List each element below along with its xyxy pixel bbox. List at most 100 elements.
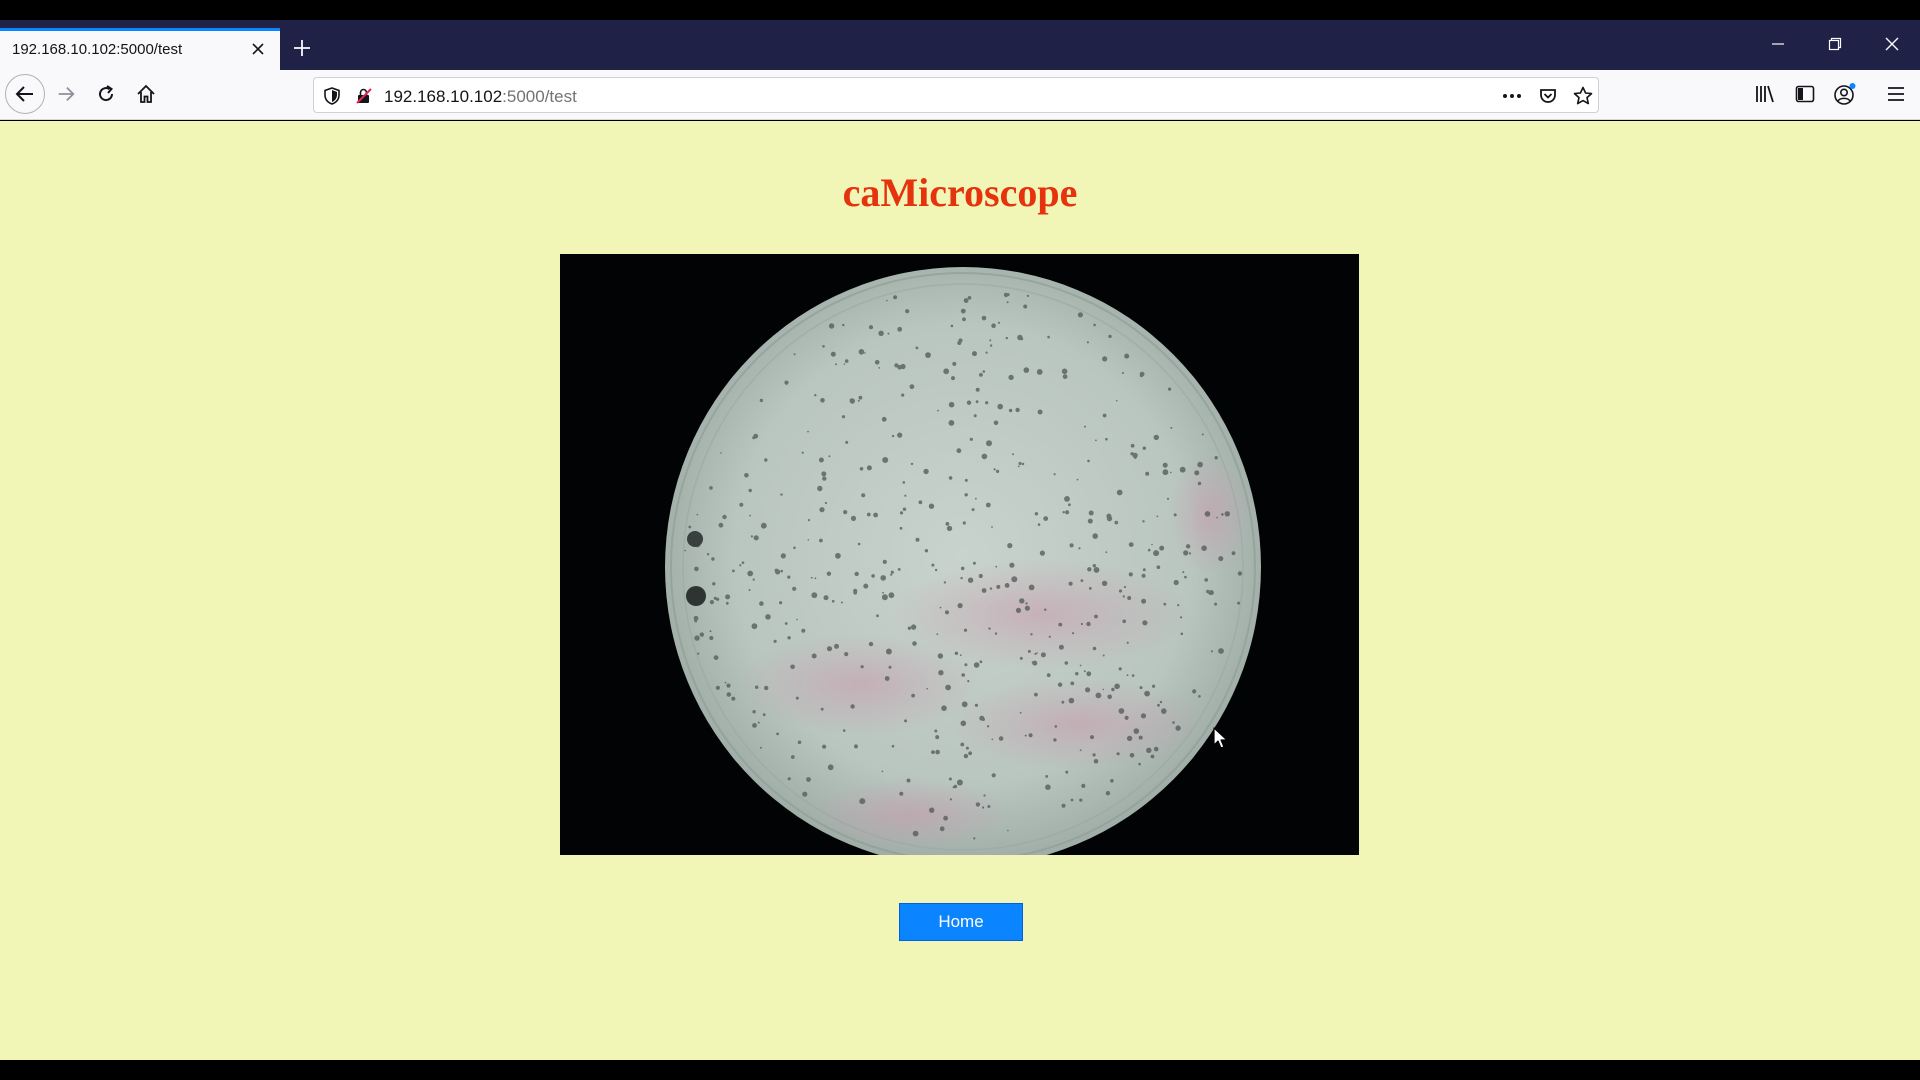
speck	[1126, 641, 1129, 644]
speck	[1061, 368, 1068, 375]
speck	[1153, 550, 1160, 557]
speck	[960, 566, 965, 571]
close-window-icon[interactable]	[1872, 28, 1912, 60]
speck	[1185, 544, 1191, 549]
minimize-icon[interactable]	[1758, 28, 1798, 60]
speck	[910, 624, 917, 630]
speck	[884, 676, 890, 681]
speck	[1069, 543, 1074, 548]
speck	[1093, 567, 1100, 573]
speck	[806, 777, 811, 782]
speck	[790, 755, 795, 759]
speck	[1180, 632, 1184, 636]
speck	[936, 633, 939, 636]
active-tab[interactable]: 192.168.10.102:5000/test	[0, 28, 280, 70]
speck	[931, 563, 935, 567]
menu-button[interactable]	[1877, 75, 1915, 113]
speck	[1019, 598, 1025, 604]
speck	[886, 299, 888, 302]
speck	[824, 501, 827, 505]
library-icon	[1756, 85, 1774, 103]
speck	[860, 665, 864, 669]
speck	[1204, 511, 1211, 517]
speck	[709, 486, 713, 490]
sidebar-button[interactable]	[1786, 75, 1824, 113]
speck	[748, 589, 751, 591]
speck	[850, 704, 855, 709]
speck	[1116, 399, 1118, 402]
url-bar[interactable]: 192.168.10.102:5000/test	[313, 77, 1599, 113]
speck	[1095, 439, 1097, 442]
speck	[793, 546, 796, 550]
speck	[1092, 533, 1098, 539]
account-button[interactable]	[1826, 75, 1864, 113]
speck	[751, 623, 758, 630]
bookmark-star-icon[interactable]	[1571, 84, 1595, 108]
speck	[931, 750, 935, 754]
speck	[722, 514, 727, 520]
speck	[696, 513, 699, 516]
tracking-protection-shield-icon[interactable]	[320, 84, 344, 108]
library-button[interactable]	[1746, 75, 1784, 113]
speck	[828, 323, 835, 329]
speck	[1019, 711, 1022, 714]
speck	[993, 420, 999, 426]
speck	[873, 512, 878, 518]
forward-button[interactable]	[47, 75, 85, 113]
speck	[1127, 596, 1132, 600]
speck	[1088, 587, 1092, 590]
speck	[934, 568, 938, 572]
speck	[757, 721, 760, 724]
speck	[902, 507, 907, 511]
home-button[interactable]: Home	[899, 903, 1023, 941]
speck	[807, 519, 811, 522]
speck	[950, 324, 954, 328]
speck	[1045, 784, 1051, 790]
page-actions-ellipsis-icon[interactable]	[1500, 84, 1524, 108]
speck	[826, 646, 833, 652]
speck	[1064, 661, 1069, 665]
speck	[694, 635, 700, 641]
speck	[811, 653, 817, 659]
pocket-icon[interactable]	[1536, 84, 1560, 108]
speck	[842, 323, 845, 327]
speck	[982, 806, 985, 809]
speck	[1105, 437, 1108, 441]
speck	[1006, 301, 1009, 304]
speck	[918, 500, 923, 505]
reload-icon	[99, 85, 114, 102]
insecure-lock-icon[interactable]	[352, 84, 376, 108]
home-toolbar-button[interactable]	[127, 75, 165, 113]
url-path: :5000/test	[502, 87, 577, 106]
speck	[842, 729, 846, 732]
speck	[787, 777, 791, 781]
speck	[925, 352, 931, 358]
speck	[1218, 556, 1224, 562]
speck	[1151, 543, 1153, 546]
speck	[954, 651, 959, 655]
url-host: 192.168.10.102	[384, 87, 503, 106]
restore-icon[interactable]	[1815, 28, 1855, 60]
speck	[1133, 728, 1140, 734]
speck	[859, 798, 866, 805]
speck	[688, 525, 692, 529]
speck	[975, 387, 980, 392]
speck	[1146, 747, 1152, 753]
speck	[1214, 456, 1218, 460]
speck	[928, 503, 935, 509]
speck	[725, 601, 729, 605]
speck	[909, 384, 915, 390]
microscope-view-graphic	[560, 254, 1359, 855]
speck	[963, 753, 969, 759]
speck	[1087, 567, 1092, 572]
speck	[776, 732, 779, 736]
speck	[1008, 408, 1013, 413]
reload-button[interactable]	[87, 75, 125, 113]
speck	[885, 648, 892, 655]
back-button[interactable]	[5, 74, 45, 114]
speck	[1142, 520, 1145, 523]
speck	[991, 738, 994, 741]
speck	[1210, 650, 1213, 653]
new-tab-icon[interactable]	[288, 34, 316, 62]
close-tab-icon[interactable]	[246, 37, 270, 61]
